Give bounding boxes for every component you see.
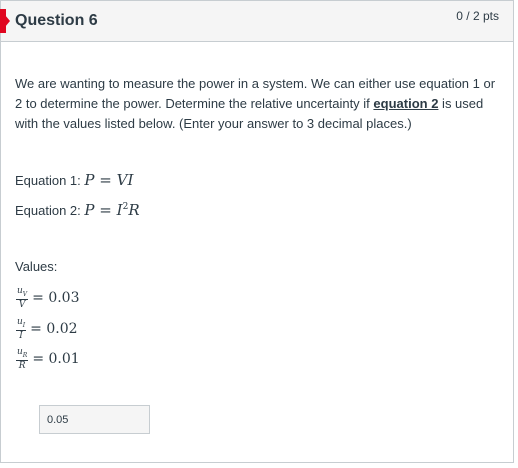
equation-2-label: Equation 2: — [15, 203, 81, 218]
equation-2: Equation 2: P = I2R — [15, 201, 140, 219]
incorrect-flag-arrow — [0, 9, 10, 33]
equation-1: Equation 1: P = VI — [15, 171, 133, 189]
value-current-uncertainty: uI I = 0.02 — [16, 317, 78, 341]
question-header: Question 6 0 / 2 pts — [0, 1, 513, 42]
fraction-ur-over-r: uR R — [16, 347, 29, 371]
question-points: 0 / 2 pts — [456, 9, 499, 23]
equation-1-label: Equation 1: — [15, 173, 81, 188]
question-card: Question 6 0 / 2 pts We are wanting to m… — [0, 0, 514, 463]
question-title: Question 6 — [15, 12, 98, 29]
fraction-ui-over-i: uI I — [16, 317, 27, 341]
value-resistance-uncertainty: uR R = 0.01 — [16, 347, 80, 371]
answer-input[interactable]: 0.05 — [39, 405, 150, 434]
value-voltage-uncertainty: uV V = 0.03 — [16, 286, 80, 310]
equation-2-link[interactable]: equation 2 — [373, 96, 438, 111]
equation-1-formula: P = VI — [84, 171, 134, 189]
equation-2-formula: P = I2R — [84, 201, 140, 219]
values-label: Values: — [15, 259, 58, 274]
question-prompt: We are wanting to measure the power in a… — [15, 74, 501, 134]
fraction-uv-over-v: uV V — [16, 286, 29, 310]
